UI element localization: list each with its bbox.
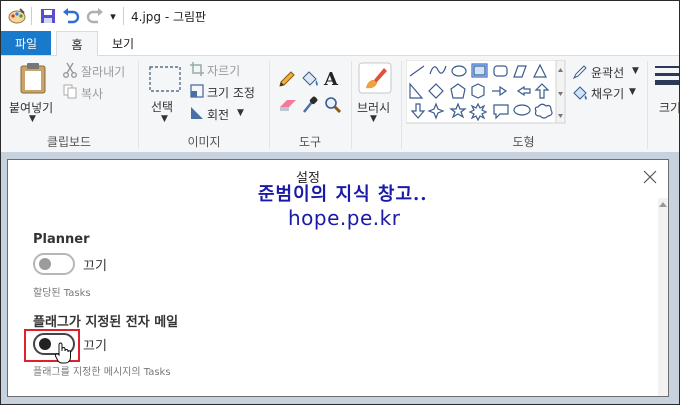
fill-dropdown-arrow[interactable]: ▼: [629, 87, 636, 97]
scrollbar[interactable]: [658, 198, 668, 396]
cut-button[interactable]: 잘라내기: [81, 63, 125, 80]
rotate-button[interactable]: 회전: [207, 106, 229, 123]
redo-icon[interactable]: [85, 6, 105, 26]
pencil-icon[interactable]: [278, 70, 296, 91]
magnifier-icon[interactable]: [324, 96, 342, 117]
planner-toggle-label: 끄기: [83, 259, 107, 274]
save-icon[interactable]: [39, 6, 57, 26]
outline-icon: [572, 64, 588, 83]
text-tool-icon[interactable]: A: [323, 68, 341, 91]
paste-dropdown-arrow[interactable]: ▼: [29, 114, 36, 124]
outline-dropdown-arrow[interactable]: ▼: [632, 66, 639, 76]
undo-icon[interactable]: [61, 6, 81, 26]
planner-title: Planner: [33, 232, 90, 247]
divider: [31, 7, 32, 25]
resize-button[interactable]: 크기 조정: [207, 84, 255, 101]
fill-icon: [572, 85, 588, 104]
settings-dialog: 설정 준범이의 지식 창고.. hope.pe.kr Planner 끄기 할당…: [7, 159, 669, 397]
resize-icon: [190, 84, 204, 101]
watermark-text: 준범이의 지식 창고..: [258, 184, 428, 205]
planner-subtext: 할당된 Tasks: [33, 288, 91, 299]
ribbon-separator: [647, 61, 648, 149]
color-picker-icon[interactable]: [302, 96, 318, 117]
select-dropdown-arrow[interactable]: ▼: [161, 114, 168, 124]
size-button[interactable]: 크기: [659, 99, 679, 116]
paint-window: ▾ 4.jpg - 그림판 파일 홈 보기 붙여넣기 ▼ 잘라내기 복사 클립보…: [0, 0, 680, 405]
toggle-knob: [39, 258, 51, 270]
select-icon: [149, 66, 181, 95]
eraser-icon[interactable]: [278, 98, 298, 115]
canvas-area: 설정 준범이의 지식 창고.. hope.pe.kr Planner 끄기 할당…: [1, 152, 679, 404]
planner-toggle[interactable]: [33, 253, 75, 275]
size-icon: [655, 64, 679, 91]
copy-button[interactable]: 복사: [81, 85, 103, 102]
rotate-dropdown-arrow[interactable]: ▼: [237, 108, 244, 118]
fill-button[interactable]: 채우기: [591, 85, 624, 102]
clipboard-group-label: 클립보드: [46, 135, 92, 149]
brush-icon: [358, 62, 392, 97]
flagged-email-toggle-label: 끄기: [83, 339, 107, 354]
rotate-icon: [190, 106, 204, 123]
ribbon: 붙여넣기 ▼ 잘라내기 복사 클립보드 선택 ▼ 자르기 크기 조정 회전 ▼: [1, 56, 679, 153]
shapes-group-label: 도형: [512, 135, 535, 149]
svg-text:A: A: [323, 69, 339, 88]
scroll-up-arrow-icon[interactable]: [659, 202, 667, 207]
ribbon-separator: [351, 61, 352, 149]
fill-bucket-icon[interactable]: [300, 70, 320, 91]
flagged-email-title: 플래그가 지정된 전자 메일: [33, 315, 179, 330]
image-group-label: 이미지: [187, 135, 221, 149]
tab-file[interactable]: 파일: [1, 31, 51, 55]
ribbon-tabs: 파일 홈 보기: [1, 31, 679, 57]
clipboard-icon: [19, 62, 47, 97]
title-bar: ▾ 4.jpg - 그림판: [1, 1, 679, 31]
scissors-icon: [63, 62, 77, 81]
crop-icon: [190, 62, 204, 79]
copy-icon: [63, 84, 77, 102]
tab-home[interactable]: 홈: [56, 31, 98, 57]
crop-button[interactable]: 자르기: [207, 62, 240, 79]
outline-button[interactable]: 윤곽선: [591, 64, 624, 81]
quick-access-dropdown[interactable]: ▾: [107, 6, 119, 26]
tab-view[interactable]: 보기: [103, 31, 143, 55]
flagged-email-subtext: 플래그를 지정한 메시지의 Tasks: [33, 367, 171, 378]
select-button[interactable]: 선택: [151, 98, 173, 115]
close-icon[interactable]: [642, 169, 658, 185]
brushes-dropdown-arrow[interactable]: ▼: [370, 114, 377, 124]
watermark-url: hope.pe.kr: [288, 206, 401, 230]
window-title: 4.jpg - 그림판: [131, 10, 207, 24]
tools-group-label: 도구: [298, 135, 322, 149]
paint-app-icon[interactable]: [7, 6, 27, 26]
shapes-gallery[interactable]: [405, 59, 566, 127]
divider: [123, 7, 124, 25]
